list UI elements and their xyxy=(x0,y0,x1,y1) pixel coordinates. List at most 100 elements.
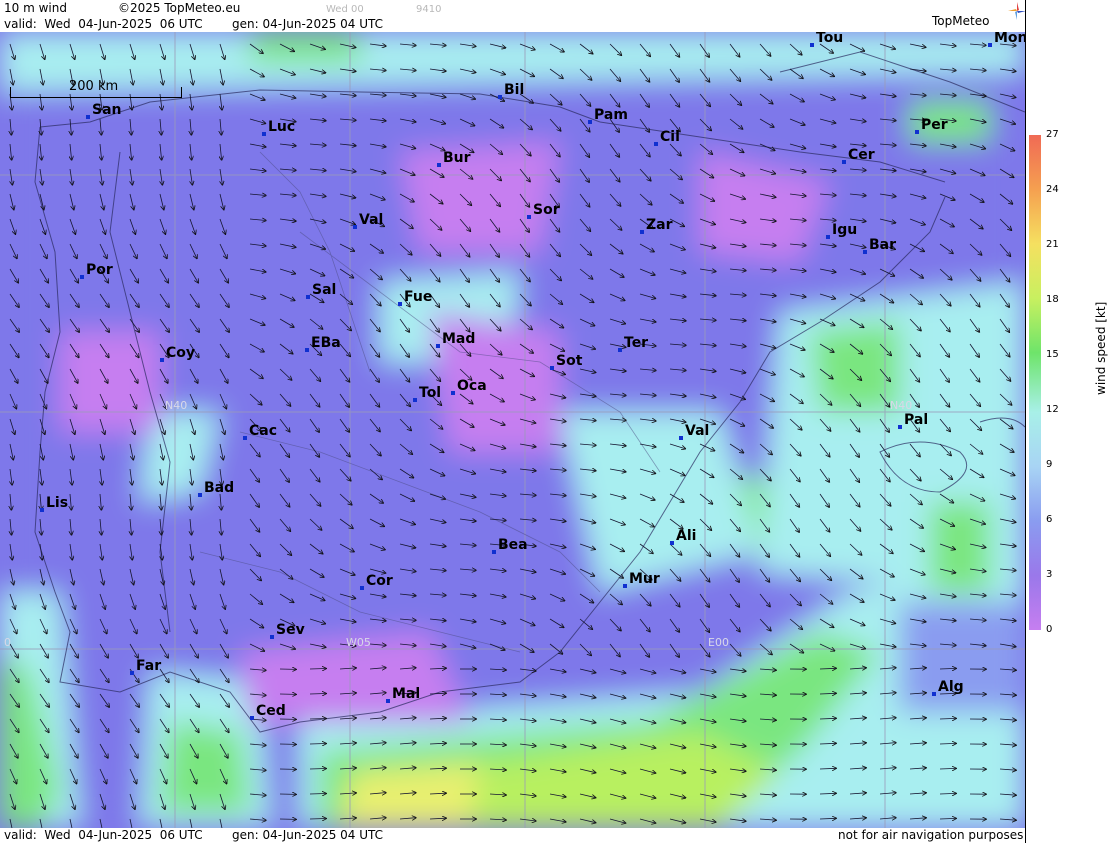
city-marker-icon xyxy=(623,584,627,588)
compass-logo-icon xyxy=(1008,2,1026,20)
header-bar: 10 m wind ©2025 TopMeteo.eu Wed 00 9410 … xyxy=(0,0,1026,32)
city-name: EBa xyxy=(311,335,341,351)
city-marker-icon xyxy=(898,425,902,429)
city-marker-icon xyxy=(670,541,674,545)
legend-tick-27: 27 xyxy=(1046,129,1059,140)
city-marker-icon xyxy=(932,692,936,696)
city-marker-icon xyxy=(437,163,441,167)
city-marker-icon xyxy=(550,366,554,370)
city-name: Cil xyxy=(660,129,680,145)
legend-tick-21: 21 xyxy=(1046,239,1059,250)
city-marker-icon xyxy=(640,230,644,234)
wind-arrow xyxy=(309,719,326,720)
city-marker-icon xyxy=(498,95,502,99)
scale-bar: 200 km xyxy=(10,79,182,98)
wind-arrow xyxy=(309,694,326,695)
wind-map[interactable]: 200 km N40 N40 W05 E00 0 Tou Mon Bil San Pam… xyxy=(0,32,1025,828)
grid-label-lon-edge: 0 xyxy=(4,636,11,649)
city-name: Ali xyxy=(676,528,697,544)
wind-arrow xyxy=(309,794,326,795)
code-label: 9410 xyxy=(416,4,442,15)
city-marker-icon xyxy=(160,358,164,362)
city-marker-icon xyxy=(492,550,496,554)
legend-tick-24: 24 xyxy=(1046,184,1059,195)
city-name: Val xyxy=(359,212,384,228)
city-marker-icon xyxy=(588,120,592,124)
footer-disclaimer: not for air navigation purposes xyxy=(838,828,1024,842)
valid-time: valid: Wed 04-Jun-2025 06 UTC xyxy=(4,17,203,31)
city-name: Por xyxy=(86,262,113,278)
grid-label-lon-w05: W05 xyxy=(346,636,371,649)
frame-label: Wed 00 xyxy=(326,4,364,15)
city-marker-icon xyxy=(386,699,390,703)
city-name: Sot xyxy=(556,353,583,369)
city-name: Bur xyxy=(443,150,471,166)
city-marker-icon xyxy=(679,436,683,440)
city-name: Cor xyxy=(366,573,393,589)
city-name: Per xyxy=(921,117,948,133)
legend-tick-15: 15 xyxy=(1046,349,1059,360)
copyright: ©2025 TopMeteo.eu xyxy=(118,1,241,15)
city-marker-icon xyxy=(360,586,364,590)
city-name: Igu xyxy=(832,222,858,238)
city-name: Sor xyxy=(533,202,560,218)
city-marker-icon xyxy=(250,716,254,720)
legend-tick-3: 3 xyxy=(1046,569,1053,580)
city-name: Cac xyxy=(249,423,278,439)
city-name: Tol xyxy=(419,385,442,401)
footer-valid-time: valid: Wed 04-Jun-2025 06 UTC xyxy=(4,828,203,842)
city-name: Pal xyxy=(904,412,929,428)
city-name: Tou xyxy=(816,32,844,46)
city-marker-icon xyxy=(436,344,440,348)
city-marker-icon xyxy=(527,215,531,219)
city-name: Bil xyxy=(504,82,525,98)
city-name: Bea xyxy=(498,537,528,553)
city-name: Mal xyxy=(392,686,421,702)
city-name: San xyxy=(92,102,122,118)
city-marker-icon xyxy=(618,348,622,352)
wind-arrow xyxy=(309,819,326,820)
city-name: Lis xyxy=(46,495,69,511)
map-title: 10 m wind xyxy=(4,1,67,15)
city-marker-icon xyxy=(826,235,830,239)
city-name: Luc xyxy=(268,119,296,135)
city-marker-icon xyxy=(80,275,84,279)
city-marker-icon xyxy=(270,635,274,639)
city-marker-icon xyxy=(398,302,402,306)
wind-speed-legend: 27 24 21 18 15 12 9 6 3 0 wind speed [kt] xyxy=(1025,0,1117,843)
city-marker-icon xyxy=(262,132,266,136)
gen-time: gen: 04-Jun-2025 04 UTC xyxy=(232,17,384,31)
wind-arrow xyxy=(309,669,326,670)
city-marker-icon xyxy=(353,225,357,229)
grid-label-lat-west: N40 xyxy=(165,399,188,412)
city-name: Alg xyxy=(938,679,964,695)
city-name: Ced xyxy=(256,703,286,719)
city-name: Pam xyxy=(594,107,628,123)
city-marker-icon xyxy=(810,43,814,47)
legend-tick-0: 0 xyxy=(1046,624,1053,635)
wind-arrow xyxy=(309,744,326,745)
grid-label-lat-east: N40 xyxy=(890,399,913,412)
legend-color-bar xyxy=(1029,135,1041,630)
city-name: Zar xyxy=(646,217,673,233)
city-marker-icon xyxy=(130,671,134,675)
city-name: Sal xyxy=(312,282,337,298)
city-marker-icon xyxy=(243,436,247,440)
city-marker-icon xyxy=(305,348,309,352)
legend-tick-6: 6 xyxy=(1046,514,1053,525)
grid-label-lon-e00: E00 xyxy=(708,636,729,649)
city-name: Fue xyxy=(404,289,433,305)
city-marker-icon xyxy=(198,493,202,497)
city-name: Ter xyxy=(624,335,649,351)
city-marker-icon xyxy=(306,295,310,299)
city-marker-icon xyxy=(86,115,90,119)
city-name: Far xyxy=(136,658,162,674)
legend-axis-label: wind speed [kt] xyxy=(1094,301,1108,395)
city-name: Coy xyxy=(166,345,196,361)
footer-bar: valid: Wed 04-Jun-2025 06 UTC gen: 04-Ju… xyxy=(0,828,1025,843)
legend-tick-9: 9 xyxy=(1046,459,1053,470)
city-name: Bad xyxy=(204,480,235,496)
scale-label: 200 km xyxy=(69,79,119,94)
city-name: Mur xyxy=(629,571,660,587)
city-name: Bar xyxy=(869,237,897,253)
